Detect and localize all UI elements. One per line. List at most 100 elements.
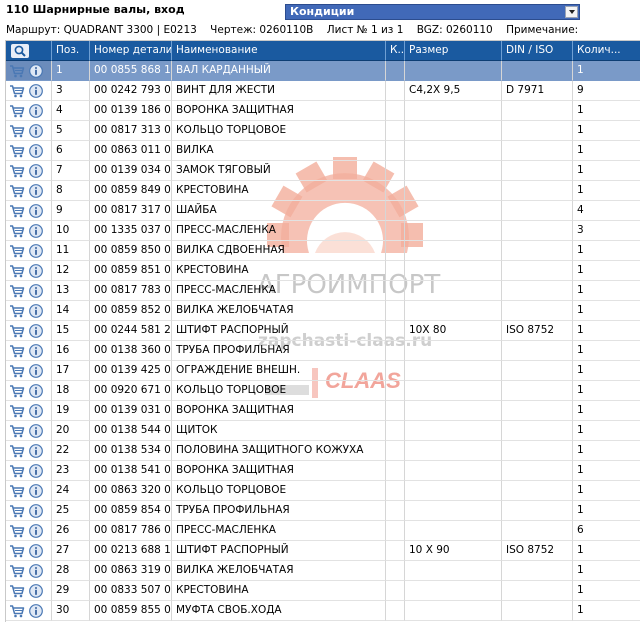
- cart-icon[interactable]: [9, 324, 25, 338]
- table-row[interactable]: 28 00 0863 319 0 ВИЛКА ЖЕЛОБЧАТАЯ 1: [6, 561, 640, 581]
- table-row[interactable]: 11 00 0859 850 0 ВИЛКА СДВОЕННАЯ 1: [6, 241, 640, 261]
- table-row[interactable]: 30 00 0859 855 0 МУФТА СВОБ.ХОДА 1: [6, 601, 640, 621]
- column-header-pos[interactable]: Поз.: [52, 41, 90, 61]
- cart-icon[interactable]: [9, 124, 25, 138]
- table-row[interactable]: 5 00 0817 313 0 КОЛЬЦО ТОРЦОВОЕ 1: [6, 121, 640, 141]
- info-icon[interactable]: [28, 284, 44, 298]
- table-row[interactable]: 20 00 0138 544 0 ЩИТОК 1: [6, 421, 640, 441]
- info-icon[interactable]: [28, 224, 44, 238]
- cart-icon[interactable]: [9, 304, 25, 318]
- table-row[interactable]: 17 00 0139 425 0 ОГРАЖДЕНИЕ ВНЕШН. 1: [6, 361, 640, 381]
- cart-icon[interactable]: [9, 264, 25, 278]
- info-icon[interactable]: [28, 524, 44, 538]
- info-icon[interactable]: [28, 324, 44, 338]
- row-actions-cell: [6, 241, 52, 261]
- cell-part-number: 00 0244 581 2: [90, 321, 172, 341]
- cart-icon[interactable]: [9, 84, 25, 98]
- info-icon[interactable]: [28, 384, 44, 398]
- column-header-name[interactable]: Наименование: [172, 41, 386, 61]
- column-header-k[interactable]: К..: [386, 41, 405, 61]
- column-header-din[interactable]: DIN / ISO: [502, 41, 573, 61]
- info-icon[interactable]: [28, 264, 44, 278]
- cart-icon[interactable]: [9, 464, 25, 478]
- info-icon[interactable]: [28, 424, 44, 438]
- cart-icon[interactable]: [9, 404, 25, 418]
- cart-icon[interactable]: [9, 524, 25, 538]
- cart-icon[interactable]: [9, 204, 25, 218]
- cart-icon[interactable]: [9, 64, 25, 78]
- table-row[interactable]: 3 00 0242 793 0 ВИНТ ДЛЯ ЖЕСТИ C4,2X 9,5 D 7…: [6, 81, 640, 101]
- info-icon[interactable]: [28, 204, 44, 218]
- cell-din-iso: [502, 521, 573, 541]
- column-header-qty[interactable]: Колич...: [573, 41, 640, 61]
- table-row[interactable]: 19 00 0139 031 0 ВОРОНКА ЗАЩИТНАЯ 1: [6, 401, 640, 421]
- column-header-part[interactable]: Номер детали: [90, 41, 172, 61]
- table-row[interactable]: 8 00 0859 849 0 КРЕСТОВИНА 1: [6, 181, 640, 201]
- info-icon[interactable]: [28, 84, 44, 98]
- info-icon[interactable]: [28, 304, 44, 318]
- table-row[interactable]: 6 00 0863 011 0 ВИЛКА 1: [6, 141, 640, 161]
- cart-icon[interactable]: [9, 444, 25, 458]
- info-icon[interactable]: [28, 484, 44, 498]
- cell-size: 10 X 90: [405, 541, 502, 561]
- info-icon[interactable]: [28, 364, 44, 378]
- info-icon[interactable]: [28, 464, 44, 478]
- info-icon[interactable]: [28, 404, 44, 418]
- cart-icon[interactable]: [9, 224, 25, 238]
- cart-icon[interactable]: [9, 344, 25, 358]
- info-icon[interactable]: [28, 104, 44, 118]
- cart-icon[interactable]: [9, 164, 25, 178]
- cart-icon[interactable]: [9, 564, 25, 578]
- info-icon[interactable]: [28, 64, 44, 78]
- info-icon[interactable]: [28, 544, 44, 558]
- cart-icon[interactable]: [9, 484, 25, 498]
- table-row[interactable]: 1 00 0855 868 1 ВАЛ КАРДАННЫЙ 1: [6, 61, 640, 81]
- table-row[interactable]: 29 00 0833 507 0 КРЕСТОВИНА 1: [6, 581, 640, 601]
- cart-icon[interactable]: [9, 244, 25, 258]
- table-row[interactable]: 27 00 0213 688 1 ШТИФТ РАСПОРНЫЙ 10 X 90 ISO…: [6, 541, 640, 561]
- table-row[interactable]: 14 00 0859 852 0 ВИЛКА ЖЕЛОБЧАТАЯ 1: [6, 301, 640, 321]
- search-icon[interactable]: [11, 44, 29, 58]
- table-row[interactable]: 9 00 0817 317 0 ШАЙБА 4: [6, 201, 640, 221]
- info-icon[interactable]: [28, 584, 44, 598]
- info-icon[interactable]: [28, 164, 44, 178]
- info-icon[interactable]: [28, 444, 44, 458]
- table-row[interactable]: 4 00 0139 186 0 ВОРОНКА ЗАЩИТНАЯ 1: [6, 101, 640, 121]
- cart-icon[interactable]: [9, 604, 25, 618]
- table-row[interactable]: 12 00 0859 851 0 КРЕСТОВИНА 1: [6, 261, 640, 281]
- info-icon[interactable]: [28, 504, 44, 518]
- cell-pos: 4: [52, 101, 90, 121]
- cart-icon[interactable]: [9, 584, 25, 598]
- table-row[interactable]: 22 00 0138 534 0 ПОЛОВИНА ЗАЩИТНОГО КОЖУХА…: [6, 441, 640, 461]
- info-icon[interactable]: [28, 184, 44, 198]
- cart-icon[interactable]: [9, 424, 25, 438]
- condition-select[interactable]: Кондиции: [285, 4, 580, 20]
- cart-icon[interactable]: [9, 544, 25, 558]
- cart-icon[interactable]: [9, 144, 25, 158]
- info-icon[interactable]: [28, 604, 44, 618]
- cart-icon[interactable]: [9, 184, 25, 198]
- table-row[interactable]: 25 00 0859 854 0 ТРУБА ПРОФИЛЬНАЯ 1: [6, 501, 640, 521]
- table-row[interactable]: 10 00 1335 037 0 ПРЕСС-МАСЛЕНКА 3: [6, 221, 640, 241]
- info-icon[interactable]: [28, 144, 44, 158]
- table-row[interactable]: 16 00 0138 360 0 ТРУБА ПРОФИЛЬНАЯ 1: [6, 341, 640, 361]
- table-row[interactable]: 23 00 0138 541 0 ВОРОНКА ЗАЩИТНАЯ 1: [6, 461, 640, 481]
- cart-icon[interactable]: [9, 504, 25, 518]
- info-icon[interactable]: [28, 344, 44, 358]
- cart-icon[interactable]: [9, 284, 25, 298]
- info-icon[interactable]: [28, 124, 44, 138]
- column-header-size[interactable]: Размер: [405, 41, 502, 61]
- header-icon-cell[interactable]: [6, 41, 52, 61]
- table-row[interactable]: 24 00 0863 320 0 КОЛЬЦО ТОРЦОВОЕ 1: [6, 481, 640, 501]
- cart-icon[interactable]: [9, 364, 25, 378]
- chevron-down-icon[interactable]: [565, 6, 578, 18]
- cart-icon[interactable]: [9, 384, 25, 398]
- cart-icon[interactable]: [9, 104, 25, 118]
- table-row[interactable]: 7 00 0139 034 0 ЗАМОК ТЯГОВЫЙ 1: [6, 161, 640, 181]
- info-icon[interactable]: [28, 244, 44, 258]
- table-row[interactable]: 26 00 0817 786 0 ПРЕСС-МАСЛЕНКА 6: [6, 521, 640, 541]
- table-row[interactable]: 18 00 0920 671 0 КОЛЬЦО ТОРЦОВОЕ 1: [6, 381, 640, 401]
- table-row[interactable]: 15 00 0244 581 2 ШТИФТ РАСПОРНЫЙ 10X 80 ISO …: [6, 321, 640, 341]
- table-row[interactable]: 13 00 0817 783 0 ПРЕСС-МАСЛЕНКА 1: [6, 281, 640, 301]
- info-icon[interactable]: [28, 564, 44, 578]
